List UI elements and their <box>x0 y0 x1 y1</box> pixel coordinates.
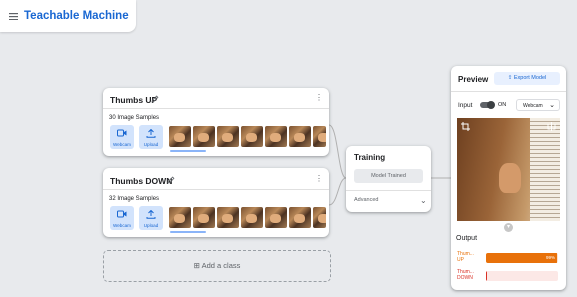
input-label: Input <box>458 102 473 109</box>
sample-thumbnail[interactable] <box>313 126 326 147</box>
sample-thumbnail[interactable] <box>169 126 191 147</box>
class-card-thumbs-up: Thumbs UP ⋮ 30 Image Samples Webcam Uplo… <box>103 88 329 156</box>
sample-thumbnail[interactable] <box>265 126 287 147</box>
output-label: Output <box>456 235 478 242</box>
add-class-label: ⊞ Add a class <box>104 261 330 270</box>
upload-label: Upload <box>143 223 159 228</box>
webcam-icon <box>117 210 127 218</box>
sample-thumbnail[interactable] <box>241 207 263 228</box>
add-class-text: Add a class <box>201 261 241 270</box>
sample-thumbnail[interactable] <box>265 207 287 228</box>
webcam-button[interactable]: Webcam <box>110 206 134 230</box>
sample-thumbnail[interactable] <box>289 126 311 147</box>
flip-camera-icon[interactable] <box>547 122 556 131</box>
toggle-state-label: ON <box>498 102 507 108</box>
upload-button[interactable]: Upload <box>139 125 163 149</box>
webcam-feed <box>457 118 560 221</box>
webcam-background <box>530 118 560 221</box>
output-class-label: Thum... UP <box>457 251 474 263</box>
sample-thumbnail[interactable] <box>217 126 239 147</box>
webcam-label: Webcam <box>112 142 132 147</box>
upload-label: Upload <box>143 142 159 147</box>
advanced-toggle[interactable]: Advanced <box>354 197 378 203</box>
scroll-indicator[interactable] <box>170 150 206 152</box>
sample-thumbnail[interactable] <box>313 207 326 228</box>
preview-title: Preview <box>458 75 489 84</box>
sample-thumbnail[interactable] <box>193 126 215 147</box>
export-model-label: Export Model <box>513 75 547 81</box>
sample-thumbnail[interactable] <box>193 207 215 228</box>
pencil-icon[interactable] <box>167 176 175 184</box>
input-source-value: Webcam <box>523 103 543 109</box>
add-icon: ⊞ <box>193 261 202 270</box>
output-bar-fill <box>486 271 488 281</box>
output-percent: 99% <box>545 255 555 260</box>
chevron-down-icon: ⌄ <box>549 102 555 109</box>
app-title[interactable]: Teachable Machine <box>24 10 129 22</box>
webcam-label: Webcam <box>112 223 132 228</box>
chevron-down-icon[interactable]: ⌄ <box>420 196 427 205</box>
class-name[interactable]: Thumbs DOWN <box>110 176 172 186</box>
sample-thumbnail[interactable] <box>289 207 311 228</box>
output-bar-down <box>486 271 558 281</box>
more-options-icon[interactable]: ⋮ <box>315 174 323 183</box>
divider <box>451 91 566 92</box>
input-toggle[interactable] <box>480 101 495 109</box>
upload-icon <box>146 129 156 138</box>
crop-icon[interactable] <box>461 122 470 131</box>
training-title: Training <box>354 153 386 162</box>
training-card: Training Model Trained Advanced ⌄ <box>346 146 431 212</box>
train-model-button[interactable]: Model Trained <box>354 169 423 183</box>
app-header: Teachable Machine <box>0 0 136 32</box>
divider <box>103 108 329 109</box>
sample-thumbnail[interactable] <box>169 207 191 228</box>
input-source-select[interactable]: Webcam ⌄ <box>516 99 560 111</box>
upload-button[interactable]: Upload <box>139 206 163 230</box>
preview-panel: Preview ⇪ Export Model Input ON Webcam ⌄… <box>451 66 566 290</box>
webcam-icon <box>117 129 127 137</box>
output-class-label: Thum... DOWN <box>457 269 474 281</box>
scroll-indicator[interactable] <box>170 231 206 233</box>
output-class-name-2: UP <box>457 257 464 263</box>
add-class-button[interactable]: ⊞ Add a class <box>103 250 331 282</box>
sample-count: 32 Image Samples <box>109 196 160 202</box>
divider <box>346 190 431 191</box>
sample-thumbnail[interactable] <box>241 126 263 147</box>
webcam-button[interactable]: Webcam <box>110 125 134 149</box>
menu-icon[interactable] <box>9 13 18 20</box>
output-bar-up: 99% <box>486 253 558 263</box>
class-card-thumbs-down: Thumbs DOWN ⋮ 32 Image Samples Webcam Up… <box>103 168 329 237</box>
export-model-button[interactable]: ⇪ Export Model <box>494 72 560 85</box>
sample-count: 30 Image Samples <box>109 115 160 121</box>
scroll-down-icon[interactable]: ▾ <box>504 223 513 232</box>
pencil-icon[interactable] <box>151 95 159 103</box>
upload-icon <box>146 210 156 219</box>
more-options-icon[interactable]: ⋮ <box>315 93 323 102</box>
output-class-name-2: DOWN <box>457 275 473 281</box>
webcam-hand <box>499 163 521 193</box>
sample-thumbnail[interactable] <box>217 207 239 228</box>
divider <box>103 189 329 190</box>
